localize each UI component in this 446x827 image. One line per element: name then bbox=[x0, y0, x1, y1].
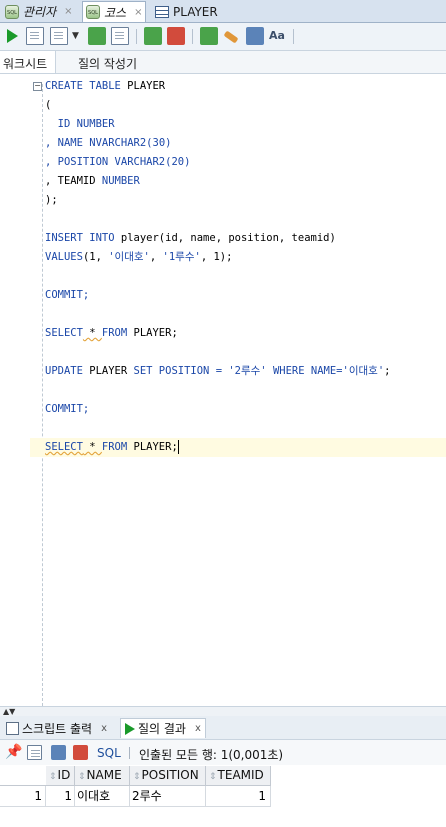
code-line: ID NUMBER bbox=[45, 118, 115, 130]
code-line: INSERT INTO player(id, name, position, t… bbox=[45, 232, 336, 244]
sql-tuning-button[interactable] bbox=[111, 27, 129, 45]
close-icon[interactable]: x bbox=[101, 723, 107, 734]
code-line: , NAME NVARCHAR2(30) bbox=[45, 137, 172, 149]
unshared-sql-button[interactable] bbox=[200, 27, 218, 45]
tab-admin[interactable]: SQL 관리자 × bbox=[2, 2, 76, 21]
commit-button[interactable] bbox=[144, 27, 162, 45]
output-tab-bar: 스크립트 출력 x 질의 결과 x bbox=[0, 716, 446, 740]
column-header-teamid[interactable]: ⇕TEAMID bbox=[206, 766, 271, 786]
sort-icon: ⇕ bbox=[78, 772, 86, 782]
cell-teamid[interactable]: 1 bbox=[206, 786, 271, 807]
result-toolbar: 📌 SQL 인출된 모든 행: 1(0,001초) bbox=[0, 740, 446, 765]
toolbar-divider bbox=[136, 29, 137, 44]
sql-worksheet-icon: SQL bbox=[5, 4, 19, 19]
sql-editor[interactable]: − CREATE TABLE PLAYER ( ID NUMBER , NAME… bbox=[0, 74, 446, 706]
cell-id[interactable]: 1 bbox=[46, 786, 75, 807]
play-icon bbox=[125, 722, 135, 735]
run-statement-button[interactable] bbox=[3, 27, 21, 45]
result-grid: ⇕ID ⇕NAME ⇕POSITION ⇕TEAMID 1 1 이대호 2루수 … bbox=[0, 766, 446, 827]
pin-icon[interactable]: 📌 bbox=[5, 745, 22, 760]
toolbar-divider bbox=[293, 29, 294, 44]
editor-tab-bar: SQL 관리자 × SQL 코스 × PLAYER bbox=[0, 0, 446, 23]
print-button[interactable] bbox=[27, 745, 42, 760]
text-caret bbox=[177, 440, 179, 454]
close-icon[interactable]: x bbox=[195, 723, 201, 734]
tab-query-result[interactable]: 질의 결과 x bbox=[120, 718, 206, 738]
tab-course-label: 코스 bbox=[104, 5, 127, 20]
tab-script-output[interactable]: 스크립트 출력 x bbox=[2, 718, 111, 738]
sql-link[interactable]: SQL bbox=[97, 746, 121, 760]
code-line: COMMIT; bbox=[45, 403, 90, 415]
code-line: SELECT * FROM PLAYER; bbox=[45, 327, 178, 339]
run-script-button[interactable] bbox=[26, 27, 44, 45]
fetch-status: 인출된 모든 행: 1(0,001초) bbox=[139, 748, 284, 762]
toolbar-divider bbox=[192, 29, 193, 44]
worksheet-subtabs: 워크시트 질의 작성기 bbox=[0, 51, 446, 74]
cell-name[interactable]: 이대호 bbox=[75, 786, 130, 807]
refresh-button[interactable] bbox=[51, 745, 66, 760]
splitter-arrows-icon[interactable]: ▲▼ bbox=[3, 707, 15, 716]
code-line: , POSITION VARCHAR2(20) bbox=[45, 156, 191, 168]
fold-collapse-icon[interactable]: − bbox=[33, 82, 42, 91]
close-icon[interactable]: × bbox=[134, 7, 142, 18]
column-header-position[interactable]: ⇕POSITION bbox=[130, 766, 206, 786]
code-line: ( bbox=[45, 99, 52, 111]
code-line: VALUES(1, '이대호', '1루수', 1); bbox=[45, 251, 233, 263]
script-output-icon bbox=[6, 721, 19, 735]
sort-icon: ⇕ bbox=[133, 772, 141, 782]
tab-query-result-label: 질의 결과 bbox=[138, 722, 186, 736]
sort-icon: ⇕ bbox=[49, 772, 57, 782]
current-code-line: SELECT * FROM PLAYER; bbox=[30, 438, 446, 457]
column-header-id[interactable]: ⇕ID bbox=[46, 766, 75, 786]
code-line: CREATE TABLE PLAYER bbox=[45, 80, 166, 92]
close-icon[interactable]: × bbox=[64, 6, 72, 17]
toolbar-divider bbox=[129, 747, 130, 759]
cancel-fetch-button[interactable] bbox=[73, 745, 88, 760]
sql-worksheet-icon: SQL bbox=[86, 5, 100, 19]
play-icon bbox=[7, 29, 18, 43]
row-number: 1 bbox=[0, 786, 46, 807]
code-line: , TEAMID NUMBER bbox=[45, 175, 140, 187]
history-button[interactable] bbox=[246, 27, 264, 45]
sort-icon: ⇕ bbox=[209, 772, 217, 782]
clear-eraser-icon[interactable] bbox=[223, 30, 239, 44]
tab-course[interactable]: SQL 코스 × bbox=[82, 1, 147, 22]
tab-admin-label: 관리자 bbox=[23, 5, 57, 19]
tab-player-label: PLAYER bbox=[173, 4, 218, 19]
code-line: COMMIT; bbox=[45, 289, 90, 301]
autotrace-button[interactable] bbox=[50, 27, 68, 45]
column-header-name[interactable]: ⇕NAME bbox=[75, 766, 130, 786]
line-gutter bbox=[0, 74, 30, 706]
table-icon bbox=[155, 5, 169, 18]
code-line: ); bbox=[45, 194, 58, 206]
tab-script-output-label: 스크립트 출력 bbox=[22, 721, 93, 736]
fold-guide-line bbox=[42, 84, 43, 706]
code-line: UPDATE PLAYER SET POSITION = '2루수' WHERE… bbox=[45, 365, 391, 377]
rollback-button[interactable] bbox=[167, 27, 185, 45]
row-header-corner bbox=[0, 766, 46, 786]
case-toggle-button[interactable]: Aa bbox=[268, 27, 286, 45]
explain-plan-button[interactable] bbox=[88, 27, 106, 45]
tab-query-builder[interactable]: 질의 작성기 bbox=[78, 55, 137, 72]
editor-toolbar: ▼ Aa bbox=[0, 23, 446, 51]
tab-player[interactable]: PLAYER bbox=[152, 2, 221, 21]
cell-position[interactable]: 2루수 bbox=[130, 786, 206, 807]
tab-worksheet[interactable]: 워크시트 bbox=[0, 51, 57, 73]
